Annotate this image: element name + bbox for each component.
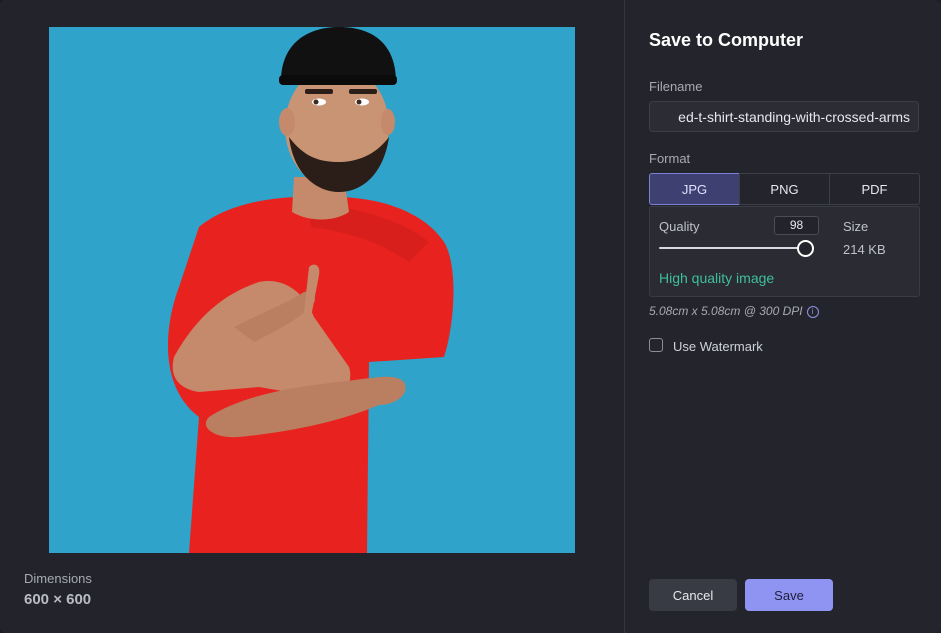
print-size-text: 5.08cm x 5.08cm @ 300 DPI <box>649 304 803 318</box>
print-size-info: 5.08cm x 5.08cm @ 300 DPI i <box>649 304 819 318</box>
filename-input[interactable]: ed-t-shirt-standing-with-crossed-arms <box>649 101 919 132</box>
quality-label: Quality <box>659 219 700 234</box>
dimensions-value: 600 × 600 <box>24 591 92 608</box>
cancel-button[interactable]: Cancel <box>649 579 737 611</box>
watermark-checkbox[interactable] <box>649 338 663 352</box>
watermark-label[interactable]: Use Watermark <box>673 339 763 354</box>
info-icon[interactable]: i <box>806 306 819 318</box>
format-option-png[interactable]: PNG <box>739 173 830 205</box>
preview-image <box>49 27 575 553</box>
save-dialog: Dimensions 600 × 600 Save to Computer Fi… <box>0 0 941 633</box>
quality-slider-track <box>659 247 811 249</box>
format-label: Format <box>649 151 691 166</box>
quality-slider[interactable] <box>659 240 817 257</box>
format-selector: JPG PNG PDF <box>649 173 920 205</box>
quality-status: High quality image <box>659 270 775 286</box>
size-value: 214 KB <box>843 242 886 257</box>
man-in-red-tshirt-photo <box>49 27 575 553</box>
quality-value-input[interactable]: 98 <box>774 216 819 235</box>
quality-settings: Quality 98 Size 214 KB High quality imag… <box>649 206 920 297</box>
quality-slider-thumb[interactable] <box>797 240 814 257</box>
format-option-pdf[interactable]: PDF <box>829 173 920 205</box>
size-label: Size <box>843 219 869 234</box>
filename-label: Filename <box>649 79 703 94</box>
dialog-title: Save to Computer <box>649 30 804 50</box>
save-options-panel: Save to Computer Filename ed-t-shirt-sta… <box>625 0 941 633</box>
save-button[interactable]: Save <box>745 579 833 611</box>
format-option-jpg[interactable]: JPG <box>649 173 740 205</box>
dimensions-label: Dimensions <box>24 571 92 586</box>
preview-pane: Dimensions 600 × 600 <box>0 0 624 633</box>
